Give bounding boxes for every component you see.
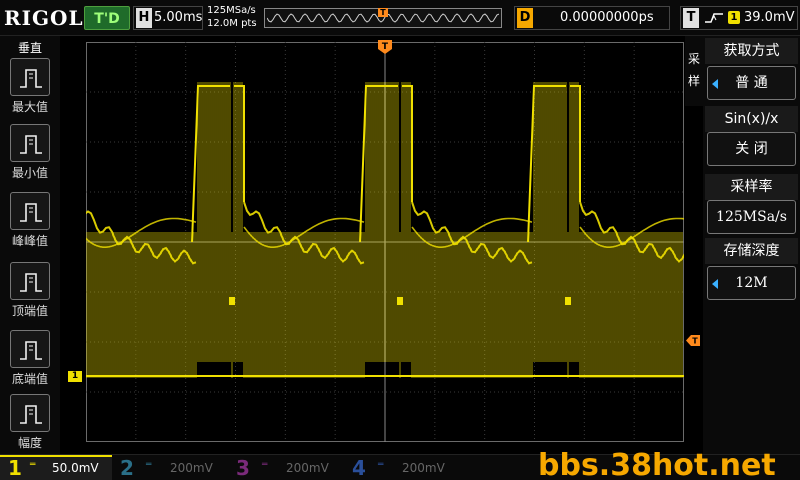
measure-label-3: 峰峰值	[11, 234, 48, 248]
delay-value: 0.00000000ps	[560, 10, 654, 25]
measure-button-4[interactable]	[10, 262, 50, 300]
rising-edge-icon	[705, 13, 723, 23]
measure-button-2[interactable]	[10, 124, 50, 162]
memory-depth-title: 存储深度	[705, 238, 798, 264]
waveform-canvas	[86, 42, 684, 442]
watermark: bbs.38hot.net	[538, 448, 776, 480]
acquire-menu: 获取方式 普 通 Sin(x)/x 关 闭 采样率 125MSa/s 存储深度 …	[703, 36, 800, 454]
top-value-icon	[20, 273, 42, 292]
sample-rate-button[interactable]: 125MSa/s	[707, 200, 796, 234]
sinx-value: 关 闭	[735, 141, 768, 157]
trigger-source-badge: 1	[728, 11, 740, 24]
ch3-scale: 200mV	[286, 461, 329, 475]
ch4-scale: 200mV	[402, 461, 445, 475]
min-measure-icon	[20, 135, 42, 154]
max-measure-icon	[20, 69, 42, 88]
sample-rate-value: 125MSa/s	[716, 209, 787, 225]
menu-arrow-icon	[712, 79, 718, 89]
memory-depth-button[interactable]: 12M	[707, 266, 796, 300]
measure-label-6: 幅度	[17, 436, 42, 450]
trigger-level-marker[interactable]: T	[686, 335, 700, 346]
acquisition-mode-button[interactable]: 普 通	[707, 66, 796, 100]
horizontal-label: H	[136, 8, 152, 28]
amplitude-icon	[20, 405, 42, 424]
top-status-bar: RIGOL T'D H 5.00ms 125MSa/s 12.0M pts T …	[0, 0, 800, 36]
peak-to-peak-icon	[20, 203, 42, 222]
svg-text:T: T	[692, 337, 698, 346]
base-value-icon	[20, 341, 42, 360]
measure-button-3[interactable]	[10, 192, 50, 230]
waveform-display[interactable]	[86, 42, 684, 442]
memory-depth-value: 12M	[735, 275, 768, 291]
ch3-coupling-icon: ═	[262, 460, 268, 470]
measure-button-1[interactable]	[10, 58, 50, 96]
ch2-number[interactable]: 2	[120, 456, 134, 480]
timebase-value: 5.00ms	[154, 10, 203, 25]
trigger-level-value: 39.0mV	[744, 10, 795, 25]
acquisition-mode-value: 普 通	[735, 75, 768, 91]
ch2-coupling-icon: ═	[146, 460, 152, 470]
acquisition-mode-title: 获取方式	[705, 38, 798, 64]
menu-arrow-icon	[712, 279, 718, 289]
ch2-scale: 200mV	[170, 461, 213, 475]
ch1-coupling-icon: ═	[30, 460, 36, 470]
side-tab-label: 采样	[687, 52, 700, 88]
sample-info: 125MSa/s 12.0M pts	[207, 4, 257, 30]
trigger-label: T	[683, 8, 699, 28]
trigger-status-badge[interactable]: T'D	[84, 6, 130, 30]
ch1-offset-marker[interactable]: 1	[68, 371, 82, 382]
sinx-button[interactable]: 关 闭	[707, 132, 796, 166]
sample-rate-readout: 125MSa/s	[207, 5, 256, 16]
measure-label-5: 底端值	[11, 372, 48, 386]
acquire-menu-tab[interactable]: 采样	[685, 36, 703, 106]
memory-trigger-marker: T	[378, 8, 388, 17]
sample-rate-title: 采样率	[705, 174, 798, 200]
trigger-position-marker[interactable]: T	[378, 40, 392, 54]
ch4-coupling-icon: ═	[378, 460, 384, 470]
ch4-number[interactable]: 4	[352, 456, 366, 480]
measure-label-1: 最大值	[11, 100, 48, 114]
svg-text:T: T	[382, 42, 389, 52]
ch1-scale: 50.0mV	[52, 461, 99, 475]
ch3-number[interactable]: 3	[236, 456, 250, 480]
ch1-number: 1	[8, 456, 22, 480]
measure-label-2: 最小值	[11, 166, 48, 180]
delay-label: D	[517, 8, 533, 28]
sinx-title: Sin(x)/x	[705, 106, 798, 132]
brand-logo: RIGOL	[4, 6, 84, 30]
measure-button-5[interactable]	[10, 330, 50, 368]
measure-button-6[interactable]	[10, 394, 50, 432]
measure-label-4: 顶端值	[11, 304, 48, 318]
memory-points-readout: 12.0M pts	[207, 18, 257, 29]
memory-position-bar[interactable]: T	[264, 8, 502, 28]
vertical-menu-title: 垂直	[17, 41, 42, 55]
